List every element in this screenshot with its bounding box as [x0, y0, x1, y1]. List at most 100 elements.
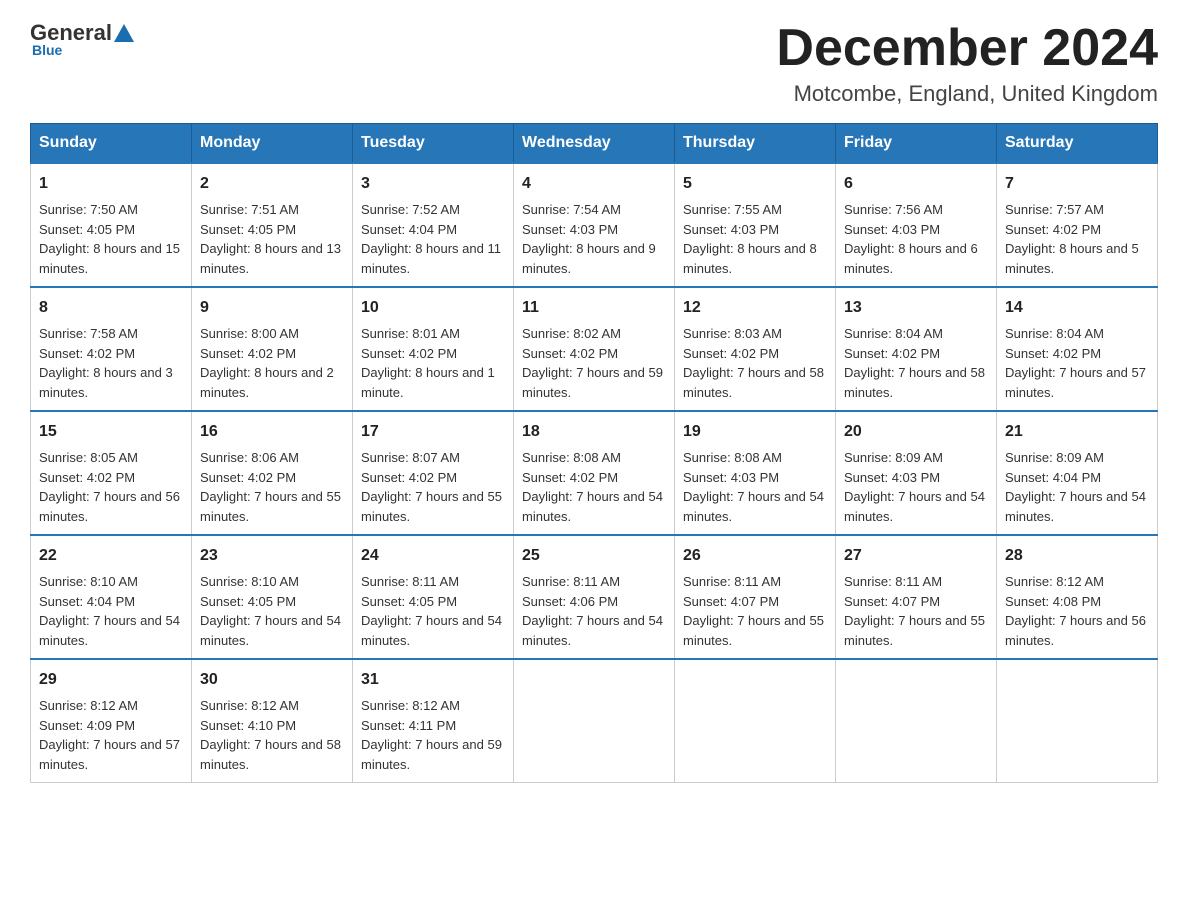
calendar-week-row: 8 Sunrise: 7:58 AMSunset: 4:02 PMDaylight… [31, 287, 1158, 411]
day-info: Sunrise: 8:11 AMSunset: 4:05 PMDaylight:… [361, 572, 505, 650]
day-number: 8 [39, 296, 183, 320]
day-info: Sunrise: 7:57 AMSunset: 4:02 PMDaylight:… [1005, 200, 1149, 278]
calendar-day-cell: 30 Sunrise: 8:12 AMSunset: 4:10 PMDayligh… [192, 659, 353, 783]
day-info: Sunrise: 8:12 AMSunset: 4:10 PMDaylight:… [200, 696, 344, 774]
day-number: 24 [361, 544, 505, 568]
calendar-day-cell: 27Sunrise: 8:11 AMSunset: 4:07 PMDayligh… [836, 535, 997, 659]
calendar-day-cell: 21Sunrise: 8:09 AMSunset: 4:04 PMDayligh… [997, 411, 1158, 535]
weekday-header-cell: Monday [192, 124, 353, 164]
calendar-day-cell: 7 Sunrise: 7:57 AMSunset: 4:02 PMDaylight… [997, 163, 1158, 287]
day-number: 30 [200, 668, 344, 692]
day-number: 10 [361, 296, 505, 320]
calendar-day-cell: 1 Sunrise: 7:50 AMSunset: 4:05 PMDaylight… [31, 163, 192, 287]
calendar-day-cell: 4Sunrise: 7:54 AMSunset: 4:03 PMDaylight… [514, 163, 675, 287]
weekday-header-cell: Tuesday [353, 124, 514, 164]
day-number: 28 [1005, 544, 1149, 568]
calendar-week-row: 29 Sunrise: 8:12 AMSunset: 4:09 PMDayligh… [31, 659, 1158, 783]
day-info: Sunrise: 8:11 AMSunset: 4:07 PMDaylight:… [683, 572, 827, 650]
calendar-day-cell: 28 Sunrise: 8:12 AMSunset: 4:08 PMDayligh… [997, 535, 1158, 659]
day-number: 4 [522, 172, 666, 196]
day-info: Sunrise: 8:05 AMSunset: 4:02 PMDaylight:… [39, 448, 183, 526]
page-header: General Blue December 2024 Motcombe, Eng… [30, 20, 1158, 107]
day-info: Sunrise: 8:02 AMSunset: 4:02 PMDaylight:… [522, 324, 666, 402]
day-number: 1 [39, 172, 183, 196]
day-number: 12 [683, 296, 827, 320]
day-info: Sunrise: 8:04 AMSunset: 4:02 PMDaylight:… [1005, 324, 1149, 402]
weekday-header-row: SundayMondayTuesdayWednesdayThursdayFrid… [31, 124, 1158, 164]
calendar-day-cell: 14 Sunrise: 8:04 AMSunset: 4:02 PMDayligh… [997, 287, 1158, 411]
calendar-day-cell: 15Sunrise: 8:05 AMSunset: 4:02 PMDayligh… [31, 411, 192, 535]
weekday-header-cell: Sunday [31, 124, 192, 164]
day-number: 11 [522, 296, 666, 320]
day-number: 3 [361, 172, 505, 196]
logo: General Blue [30, 20, 136, 58]
day-number: 7 [1005, 172, 1149, 196]
day-number: 19 [683, 420, 827, 444]
calendar-day-cell: 26 Sunrise: 8:11 AMSunset: 4:07 PMDayligh… [675, 535, 836, 659]
calendar-day-cell: 17 Sunrise: 8:07 AMSunset: 4:02 PMDayligh… [353, 411, 514, 535]
calendar-table: SundayMondayTuesdayWednesdayThursdayFrid… [30, 123, 1158, 783]
day-number: 18 [522, 420, 666, 444]
calendar-day-cell: 3 Sunrise: 7:52 AMSunset: 4:04 PMDaylight… [353, 163, 514, 287]
calendar-day-cell: 9Sunrise: 8:00 AMSunset: 4:02 PMDaylight… [192, 287, 353, 411]
calendar-week-row: 15Sunrise: 8:05 AMSunset: 4:02 PMDayligh… [31, 411, 1158, 535]
calendar-day-cell [836, 659, 997, 783]
calendar-day-cell: 24 Sunrise: 8:11 AMSunset: 4:05 PMDayligh… [353, 535, 514, 659]
calendar-day-cell: 25Sunrise: 8:11 AMSunset: 4:06 PMDayligh… [514, 535, 675, 659]
calendar-day-cell: 16Sunrise: 8:06 AMSunset: 4:02 PMDayligh… [192, 411, 353, 535]
weekday-header-cell: Wednesday [514, 124, 675, 164]
day-info: Sunrise: 8:08 AMSunset: 4:03 PMDaylight:… [683, 448, 827, 526]
logo-triangle-icon [114, 24, 134, 42]
day-info: Sunrise: 8:10 AMSunset: 4:05 PMDaylight:… [200, 572, 344, 650]
day-info: Sunrise: 8:07 AMSunset: 4:02 PMDaylight:… [361, 448, 505, 526]
calendar-day-cell: 5Sunrise: 7:55 AMSunset: 4:03 PMDaylight… [675, 163, 836, 287]
calendar-day-cell: 19 Sunrise: 8:08 AMSunset: 4:03 PMDayligh… [675, 411, 836, 535]
calendar-day-cell: 11 Sunrise: 8:02 AMSunset: 4:02 PMDayligh… [514, 287, 675, 411]
day-info: Sunrise: 8:10 AMSunset: 4:04 PMDaylight:… [39, 572, 183, 650]
title-area: December 2024 Motcombe, England, United … [776, 20, 1158, 107]
day-number: 26 [683, 544, 827, 568]
calendar-day-cell [675, 659, 836, 783]
day-info: Sunrise: 7:56 AMSunset: 4:03 PMDaylight:… [844, 200, 988, 278]
day-number: 16 [200, 420, 344, 444]
day-number: 17 [361, 420, 505, 444]
calendar-day-cell: 23Sunrise: 8:10 AMSunset: 4:05 PMDayligh… [192, 535, 353, 659]
day-info: Sunrise: 8:08 AMSunset: 4:02 PMDaylight:… [522, 448, 666, 526]
calendar-day-cell [514, 659, 675, 783]
day-number: 21 [1005, 420, 1149, 444]
calendar-day-cell: 29 Sunrise: 8:12 AMSunset: 4:09 PMDayligh… [31, 659, 192, 783]
day-info: Sunrise: 7:58 AMSunset: 4:02 PMDaylight:… [39, 324, 183, 402]
day-number: 29 [39, 668, 183, 692]
day-info: Sunrise: 8:00 AMSunset: 4:02 PMDaylight:… [200, 324, 344, 402]
calendar-day-cell: 12 Sunrise: 8:03 AMSunset: 4:02 PMDayligh… [675, 287, 836, 411]
location-title: Motcombe, England, United Kingdom [776, 81, 1158, 107]
day-number: 2 [200, 172, 344, 196]
calendar-day-cell [997, 659, 1158, 783]
day-info: Sunrise: 8:12 AMSunset: 4:09 PMDaylight:… [39, 696, 183, 774]
day-info: Sunrise: 8:01 AMSunset: 4:02 PMDaylight:… [361, 324, 505, 402]
day-info: Sunrise: 8:09 AMSunset: 4:03 PMDaylight:… [844, 448, 988, 526]
day-info: Sunrise: 8:12 AMSunset: 4:08 PMDaylight:… [1005, 572, 1149, 650]
day-number: 20 [844, 420, 988, 444]
logo-blue-text: Blue [32, 42, 62, 58]
weekday-header-cell: Thursday [675, 124, 836, 164]
calendar-day-cell: 2Sunrise: 7:51 AMSunset: 4:05 PMDaylight… [192, 163, 353, 287]
weekday-header-cell: Saturday [997, 124, 1158, 164]
day-number: 31 [361, 668, 505, 692]
calendar-day-cell: 31Sunrise: 8:12 AMSunset: 4:11 PMDayligh… [353, 659, 514, 783]
calendar-day-cell: 10 Sunrise: 8:01 AMSunset: 4:02 PMDayligh… [353, 287, 514, 411]
calendar-day-cell: 22Sunrise: 8:10 AMSunset: 4:04 PMDayligh… [31, 535, 192, 659]
calendar-day-cell: 18 Sunrise: 8:08 AMSunset: 4:02 PMDayligh… [514, 411, 675, 535]
calendar-body: 1 Sunrise: 7:50 AMSunset: 4:05 PMDaylight… [31, 163, 1158, 783]
day-number: 13 [844, 296, 988, 320]
weekday-header-cell: Friday [836, 124, 997, 164]
day-number: 5 [683, 172, 827, 196]
day-number: 6 [844, 172, 988, 196]
day-info: Sunrise: 7:50 AMSunset: 4:05 PMDaylight:… [39, 200, 183, 278]
calendar-day-cell: 6 Sunrise: 7:56 AMSunset: 4:03 PMDaylight… [836, 163, 997, 287]
month-title: December 2024 [776, 20, 1158, 77]
day-number: 14 [1005, 296, 1149, 320]
day-info: Sunrise: 8:03 AMSunset: 4:02 PMDaylight:… [683, 324, 827, 402]
day-info: Sunrise: 7:52 AMSunset: 4:04 PMDaylight:… [361, 200, 505, 278]
calendar-week-row: 22Sunrise: 8:10 AMSunset: 4:04 PMDayligh… [31, 535, 1158, 659]
